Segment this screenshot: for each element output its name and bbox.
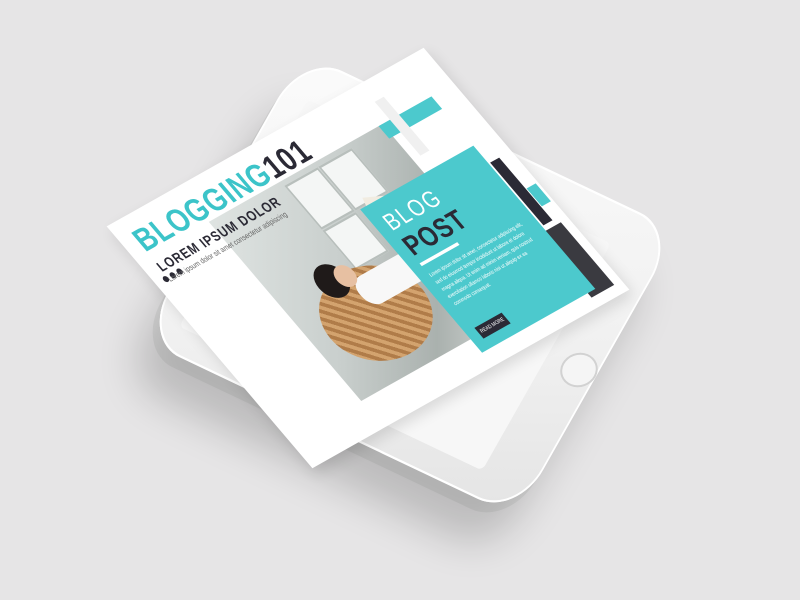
phone-mockup: BLOGGING101 LOREM IPSUM DOLOR Lorem ipsu…	[0, 0, 800, 600]
read-more-button[interactable]: READ MORE	[474, 312, 511, 339]
